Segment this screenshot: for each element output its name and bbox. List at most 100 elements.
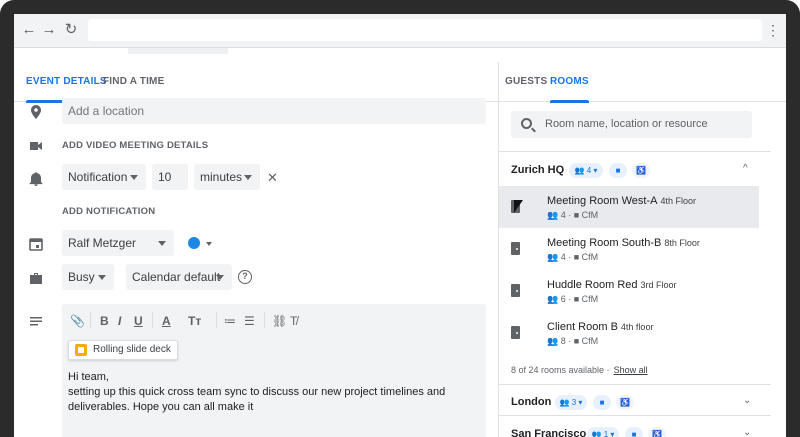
chevron-down-icon [130, 175, 138, 180]
back-arrow-icon[interactable]: ← [20, 21, 38, 39]
chevron-down-icon [244, 175, 252, 180]
reload-icon[interactable]: ↻ [62, 21, 80, 39]
chevron-up-icon[interactable]: ^ [743, 163, 748, 174]
calendar-owner-value: Ralf Metzger [68, 236, 137, 250]
location-name: London [511, 396, 552, 408]
video-filter-icon[interactable]: ■ [593, 395, 611, 410]
attachment-chip[interactable]: Rolling slide deck [68, 340, 178, 360]
visibility-value: Calendar default [132, 270, 221, 284]
room-name: Client Room B 4th floor [547, 321, 654, 333]
chevron-down-icon[interactable]: ⌄ [743, 427, 751, 437]
tab-rooms[interactable]: ROOMS [550, 71, 589, 103]
visibility-select[interactable]: Calendar default [126, 264, 232, 290]
busy-status-value: Busy [68, 270, 95, 284]
room-meta: 👥 4 · ■ CfM [547, 210, 599, 220]
chevron-down-icon[interactable]: ⌄ [743, 395, 751, 406]
capacity-filter-chip[interactable]: 👥 4 ▾ [569, 163, 603, 178]
description-line: setting up this quick cross team sync to… [68, 386, 446, 398]
accessibility-filter-icon[interactable]: ♿ [648, 427, 666, 437]
notification-type-select[interactable]: Notification [62, 164, 146, 190]
italic-button[interactable]: I [118, 314, 121, 328]
room-search-input[interactable]: Room name, location or resource [511, 111, 752, 138]
tab-guests[interactable]: GUESTS [505, 71, 547, 111]
app-screen: ← → ↻ ⋮ EVENT DETAILS FIND A TIME ADD VI… [14, 14, 786, 437]
notification-unit-select[interactable]: minutes [194, 164, 260, 190]
capacity-filter-chip[interactable]: 👥 3 ▾ [555, 395, 587, 410]
video-filter-icon[interactable]: ■ [625, 427, 643, 437]
room-name: Meeting Room South-B 8th Floor [547, 237, 700, 249]
location-pin-icon [31, 105, 41, 119]
room-row[interactable]: Meeting Room West-A 4th Floor 👥 4 · ■ CfM [499, 186, 759, 228]
accessibility-filter-icon[interactable]: ♿ [632, 163, 650, 178]
browser-menu-icon[interactable]: ⋮ [766, 21, 780, 39]
help-icon[interactable]: ? [238, 270, 252, 284]
bell-icon [29, 172, 43, 186]
description-icon [30, 317, 42, 326]
calendar-owner-select[interactable]: Ralf Metzger [62, 230, 174, 256]
attachment-label: Rolling slide deck [93, 344, 171, 355]
calendar-icon [29, 238, 43, 251]
bold-button[interactable]: B [100, 314, 109, 328]
rooms-count: 8 of 24 rooms available · [511, 365, 610, 375]
location-name: San Francisco [511, 428, 587, 437]
chevron-down-icon [216, 275, 224, 280]
divider [499, 415, 771, 416]
remove-notification-icon[interactable]: ✕ [267, 170, 278, 186]
description-editor[interactable]: 📎 B I U A Tт ≔ ☰ ⛓ T̸ Rolling slide deck… [62, 304, 486, 437]
accessibility-filter-icon[interactable]: ♿ [616, 395, 634, 410]
door-icon [511, 242, 520, 255]
busy-status-select[interactable]: Busy [62, 264, 114, 290]
clear-format-icon[interactable]: T̸ [290, 314, 297, 328]
videocam-icon [30, 142, 42, 150]
capacity-filter-chip[interactable]: 👥 1 ▾ [587, 427, 619, 437]
link-icon[interactable]: ⛓ [272, 314, 287, 328]
room-meta: 👥 6 · ■ CfM [547, 294, 599, 304]
add-notification-button[interactable]: ADD NOTIFICATION [62, 206, 155, 217]
video-filter-icon[interactable]: ■ [609, 163, 627, 178]
guest-room-tabs: GUESTS ROOMS [499, 62, 786, 103]
forward-arrow-icon[interactable]: → [40, 21, 58, 39]
toolbar-divider [152, 312, 153, 328]
address-bar[interactable] [88, 19, 762, 41]
text-size-button[interactable]: Tт [188, 314, 201, 328]
room-row[interactable]: Client Room B 4th floor 👥 8 · ■ CfM [499, 312, 759, 354]
color-dropdown-icon[interactable] [206, 242, 212, 246]
event-tabs: EVENT DETAILS FIND A TIME [14, 62, 498, 103]
add-video-meeting-button[interactable]: ADD VIDEO MEETING DETAILS [62, 140, 208, 151]
mouse-cursor-icon [514, 200, 523, 213]
attach-icon[interactable]: 📎 [70, 314, 85, 328]
room-search-placeholder: Room name, location or resource [545, 118, 708, 130]
notification-amount-input[interactable]: 10 [152, 164, 188, 190]
toolbar-divider [264, 312, 265, 328]
room-meta: 👥 4 · ■ CfM [547, 252, 599, 262]
bulleted-list-icon[interactable]: ☰ [244, 314, 255, 328]
underline-button[interactable]: U [134, 314, 143, 328]
description-line: deliverables. Hope you can all make it [68, 401, 254, 413]
room-row[interactable]: Meeting Room South-B 8th Floor 👥 4 · ■ Cf… [499, 228, 759, 270]
room-name: Meeting Room West-A 4th Floor [547, 195, 696, 207]
numbered-list-icon[interactable]: ≔ [224, 314, 236, 328]
capacity-filter-value: 1 [603, 430, 609, 437]
toolbar-divider [216, 312, 217, 328]
room-row[interactable]: Huddle Room Red 3rd Floor 👥 6 · ■ CfM [499, 270, 759, 312]
chevron-down-icon [98, 275, 106, 280]
notification-unit-value: minutes [200, 170, 243, 184]
rooms-available-text: 8 of 24 rooms available · Show all [511, 365, 648, 375]
calendar-color-swatch[interactable] [188, 237, 200, 249]
description-text[interactable]: Hi team, setting up this quick cross tea… [68, 370, 478, 415]
browser-toolbar: ← → ↻ ⋮ [14, 14, 786, 48]
search-icon [521, 118, 532, 129]
location-name: Zurich HQ [511, 164, 565, 176]
title-placeholder [128, 48, 228, 54]
text-color-button[interactable]: A [162, 314, 171, 328]
briefcase-icon [30, 273, 42, 284]
slides-icon [75, 344, 87, 356]
room-name: Huddle Room Red 3rd Floor [547, 279, 677, 291]
capacity-filter-value: 3 [571, 398, 577, 407]
door-icon [511, 284, 520, 297]
room-meta: 👥 8 · ■ CfM [547, 336, 599, 346]
description-line: Hi team, [68, 371, 109, 383]
location-input[interactable] [62, 98, 486, 124]
show-all-link[interactable]: Show all [614, 365, 648, 375]
toolbar-divider [90, 312, 91, 328]
